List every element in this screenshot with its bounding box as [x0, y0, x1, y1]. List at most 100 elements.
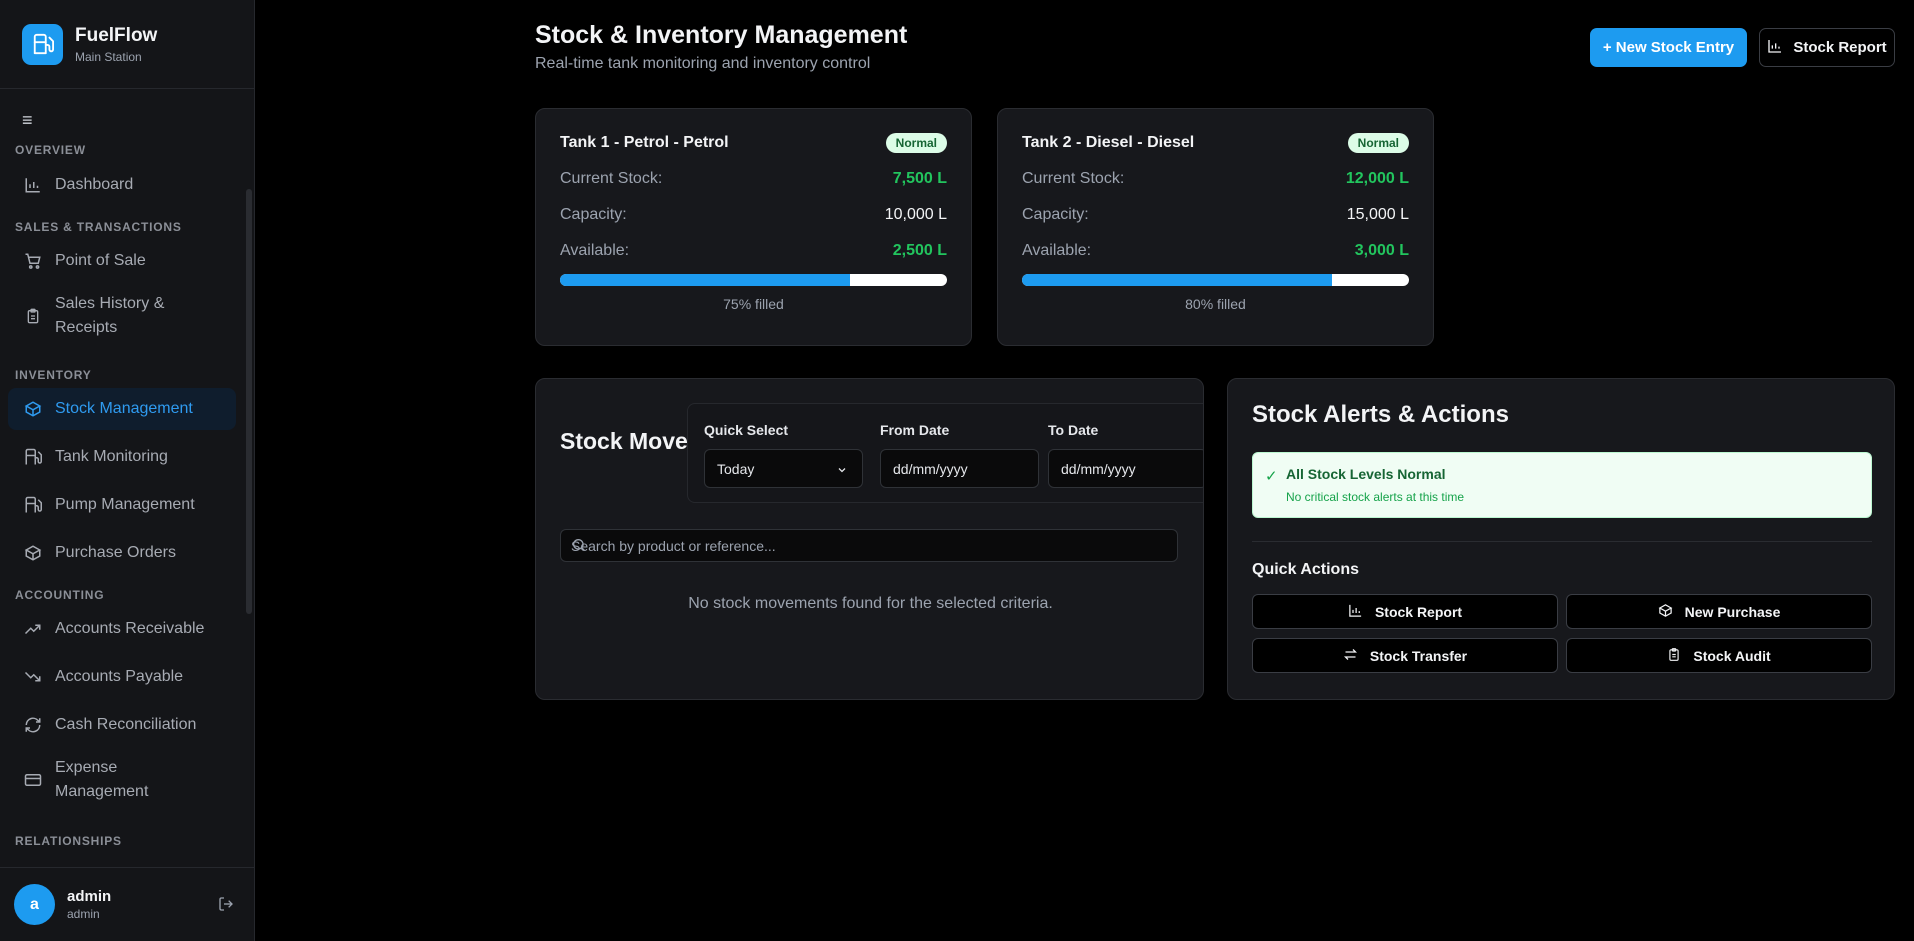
- tank-card: Tank 1 - Petrol - Petrol Normal Current …: [535, 108, 972, 346]
- new-purchase-button[interactable]: New Purchase: [1566, 594, 1872, 629]
- main-content: Stock & Inventory Management Real-time t…: [255, 0, 1914, 941]
- fill-progress-bar: [560, 274, 947, 286]
- sidebar-item-label: Purchase Orders: [55, 544, 176, 561]
- clipboard-icon: [1667, 647, 1681, 665]
- credit-card-icon: [23, 770, 43, 790]
- section-relationships: RELATIONSHIPS: [15, 834, 122, 848]
- sidebar-item-purchase-orders[interactable]: Purchase Orders: [8, 532, 236, 574]
- box-icon: [23, 543, 43, 563]
- page-subtitle: Real-time tank monitoring and inventory …: [535, 55, 871, 72]
- sidebar-item-dashboard[interactable]: Dashboard: [8, 164, 236, 206]
- button-label: Stock Report: [1793, 39, 1887, 56]
- sidebar-item-cash-reconciliation[interactable]: Cash Reconciliation: [8, 704, 236, 746]
- stock-transfer-button[interactable]: Stock Transfer: [1252, 638, 1558, 673]
- sidebar-item-label: Accounts Payable: [55, 668, 184, 685]
- available-value: 3,000 L: [1354, 242, 1409, 259]
- capacity-label: Capacity:: [1022, 206, 1089, 223]
- label-line: Expense: [55, 759, 118, 776]
- stock-report-button[interactable]: Stock Report: [1759, 28, 1895, 67]
- fuel-icon: [23, 447, 43, 467]
- stock-audit-button[interactable]: Stock Audit: [1566, 638, 1872, 673]
- capacity-value: 15,000 L: [1346, 206, 1409, 223]
- bar-chart-icon: [1767, 38, 1783, 58]
- search-placeholder: Search by product or reference...: [571, 537, 776, 554]
- capacity-value: 10,000 L: [884, 206, 947, 223]
- sidebar-item-stock-management[interactable]: Stock Management: [8, 388, 236, 430]
- to-date-label: To Date: [1048, 422, 1099, 438]
- current-stock-label: Current Stock:: [1022, 170, 1125, 187]
- sidebar-item-pump-management[interactable]: Pump Management: [8, 484, 236, 526]
- from-date-label: From Date: [880, 422, 950, 438]
- section-sales: SALES & TRANSACTIONS: [15, 220, 182, 234]
- avatar[interactable]: a: [14, 884, 55, 925]
- new-stock-entry-button[interactable]: + New Stock Entry: [1590, 28, 1747, 67]
- sidebar-item-label: Accounts Receivable: [55, 620, 205, 637]
- refresh-icon: [23, 715, 43, 735]
- sidebar-item-label: Point of Sale: [55, 252, 146, 269]
- button-label: Stock Report: [1374, 603, 1463, 620]
- button-label: Stock Audit: [1693, 647, 1771, 664]
- logout-icon[interactable]: [218, 896, 234, 917]
- sidebar-item-tank-monitoring[interactable]: Tank Monitoring: [8, 436, 236, 478]
- quick-select-dropdown[interactable]: Today: [704, 449, 863, 488]
- sidebar-item-label: Cash Reconciliation: [55, 716, 197, 733]
- sidebar-item-label: Expense Management: [55, 756, 148, 804]
- tank-card: Tank 2 - Diesel - Diesel Normal Current …: [997, 108, 1434, 346]
- section-accounting: ACCOUNTING: [15, 588, 105, 602]
- fuel-pump-icon: [22, 23, 63, 65]
- fill-progress: [1022, 274, 1332, 286]
- label-line: Receipts: [55, 319, 118, 336]
- available-label: Available:: [1022, 242, 1092, 259]
- date-filters: Quick Select Today From Date dd/mm/yyyy …: [687, 403, 1203, 503]
- quick-actions-title: Quick Actions: [1252, 561, 1359, 578]
- current-stock-label: Current Stock:: [560, 170, 663, 187]
- stock-alerts-panel: Stock Alerts & Actions ✓ All Stock Level…: [1227, 378, 1895, 700]
- trending-up-icon: [23, 619, 43, 639]
- alert-status-subtitle: No critical stock alerts at this time: [1286, 490, 1465, 504]
- user-name: admin: [67, 888, 112, 905]
- stock-movements-panel: Stock Movements Quick Select Today From …: [535, 378, 1204, 700]
- fill-progress-bar: [1022, 274, 1409, 286]
- sidebar-nav: ≡ OVERVIEW Dashboard SALES & TRANSACTION…: [0, 89, 254, 867]
- trending-down-icon: [23, 667, 43, 687]
- menu-toggle-icon[interactable]: ≡: [22, 111, 33, 129]
- sidebar-item-label: Sales History & Receipts: [55, 292, 164, 340]
- from-date-input[interactable]: dd/mm/yyyy: [880, 449, 1039, 488]
- brand-subtitle: Main Station: [75, 49, 142, 64]
- sidebar-item-expense-management[interactable]: Expense Management: [8, 753, 236, 807]
- sidebar-item-accounts-receivable[interactable]: Accounts Receivable: [8, 608, 236, 650]
- fill-label: 80% filled: [1185, 296, 1246, 312]
- label-line: Sales History &: [55, 295, 165, 312]
- status-badge: Normal: [1347, 133, 1409, 153]
- sidebar-item-accounts-payable[interactable]: Accounts Payable: [8, 656, 236, 698]
- search-input[interactable]: Search by product or reference...: [560, 529, 1178, 562]
- empty-state-text: No stock movements found for the selecte…: [688, 595, 1053, 612]
- sidebar-item-label: Stock Management: [55, 400, 193, 417]
- stock-report-action-button[interactable]: Stock Report: [1252, 594, 1558, 629]
- brand: FuelFlow Main Station: [0, 0, 254, 89]
- alert-status-box: ✓ All Stock Levels Normal No critical st…: [1252, 452, 1872, 518]
- brand-name: FuelFlow: [75, 24, 158, 46]
- transfer-icon: [1343, 647, 1358, 665]
- section-inventory: INVENTORY: [15, 368, 92, 382]
- bar-chart-icon: [23, 175, 43, 195]
- page-title: Stock & Inventory Management: [535, 21, 908, 49]
- sidebar-item-point-of-sale[interactable]: Point of Sale: [8, 240, 236, 282]
- sidebar-item-label: Pump Management: [55, 496, 195, 513]
- sidebar-scrollbar[interactable]: [246, 189, 252, 614]
- quick-select-label: Quick Select: [704, 422, 789, 438]
- alert-status-title: All Stock Levels Normal: [1286, 466, 1446, 482]
- fill-progress: [560, 274, 851, 286]
- label-line: Management: [55, 783, 149, 800]
- search-icon: [571, 537, 587, 556]
- user-role: admin: [67, 907, 100, 921]
- button-label: New Purchase: [1684, 603, 1781, 620]
- sidebar-item-label: Dashboard: [55, 176, 134, 193]
- available-value: 2,500 L: [892, 242, 947, 259]
- sidebar-item-sales-history[interactable]: Sales History & Receipts: [8, 289, 236, 343]
- to-date-input[interactable]: dd/mm/yyyy: [1048, 449, 1203, 488]
- available-label: Available:: [560, 242, 630, 259]
- capacity-label: Capacity:: [560, 206, 627, 223]
- stock-alerts-title: Stock Alerts & Actions: [1252, 401, 1509, 428]
- chevron-down-icon: [836, 463, 848, 479]
